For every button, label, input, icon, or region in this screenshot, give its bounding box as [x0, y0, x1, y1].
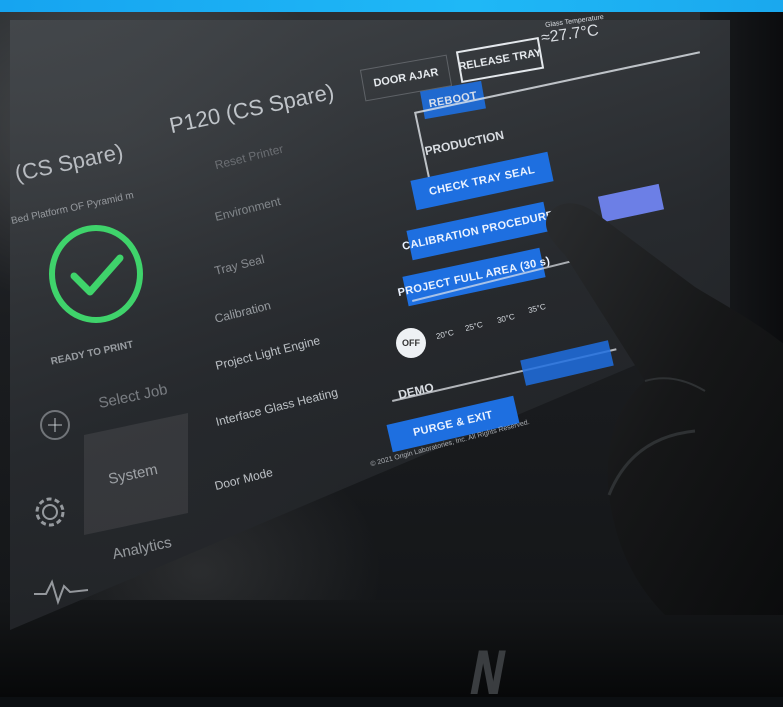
heater-off-knob[interactable]: OFF [396, 328, 426, 358]
gloved-hand [546, 203, 783, 615]
pulse-icon [34, 579, 89, 606]
gear-icon [35, 497, 65, 527]
ready-check-icon [49, 225, 143, 323]
plus-circle-icon [40, 410, 70, 440]
